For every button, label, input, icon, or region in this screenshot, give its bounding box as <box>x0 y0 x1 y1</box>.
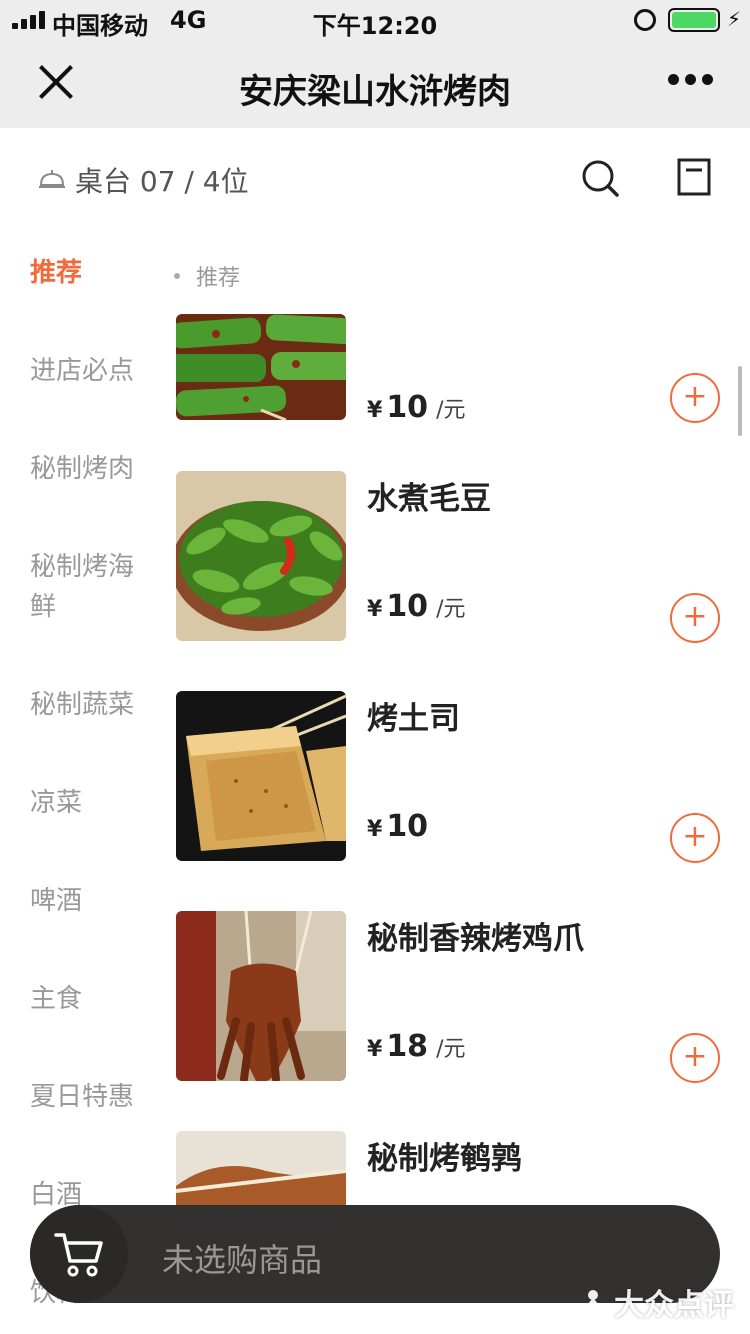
scrollbar[interactable] <box>738 366 742 436</box>
menu-item[interactable]: 秘制香辣烤鸡爪 ¥ 18 /元 + <box>176 911 750 1083</box>
cart-button[interactable] <box>30 1205 128 1303</box>
item-name: 秘制烤鹌鹑 <box>367 1141 522 1177</box>
add-to-cart-button[interactable]: + <box>670 373 720 423</box>
category-item-must-order[interactable]: 进店必点 <box>30 351 155 391</box>
category-item-cold-dishes[interactable]: 凉菜 <box>30 783 155 823</box>
category-sidebar: 推荐 进店必点 秘制烤肉 秘制烤海 鲜 秘制蔬菜 凉菜 啤酒 主食 夏日特惠 白… <box>0 228 160 1334</box>
menu-list: 推荐 ¥ 10 /元 + 水煮毛豆 ¥ 10 /元 + 烤土司 ¥ 10 + 秘… <box>160 228 750 1334</box>
item-price: ¥ 10 /元 <box>367 589 466 624</box>
add-to-cart-button[interactable]: + <box>670 593 720 643</box>
battery-icon <box>668 8 720 32</box>
category-item-vegetables[interactable]: 秘制蔬菜 <box>30 685 155 725</box>
category-item-grilled-seafood[interactable]: 秘制烤海 鲜 <box>30 547 155 627</box>
dish-image-toast <box>176 691 346 861</box>
item-price: ¥ 10 <box>367 809 429 844</box>
cart-status-text: 未选购商品 <box>162 1241 323 1279</box>
dish-image-edamame <box>176 471 346 641</box>
charging-icon: ⚡ <box>727 7 742 31</box>
category-item-summer-special[interactable]: 夏日特惠 <box>30 1077 155 1117</box>
item-price: ¥ 18 /元 <box>367 1029 466 1064</box>
page-title: 安庆梁山水浒烤肉 <box>239 72 511 112</box>
add-to-cart-button[interactable]: + <box>670 1033 720 1083</box>
item-name: 秘制香辣烤鸡爪 <box>367 921 584 957</box>
table-info-bar: 桌台 07 / 4位 <box>0 128 750 228</box>
table-number: 桌台 07 / 4位 <box>75 165 249 198</box>
rotation-lock-icon <box>634 9 656 31</box>
item-price: ¥ 10 /元 <box>367 390 466 425</box>
service-bell-icon <box>38 168 66 190</box>
dianping-logo-icon <box>579 1290 607 1317</box>
nav-bar: 安庆梁山水浒烤肉 <box>0 40 750 128</box>
item-name: 烤土司 <box>367 701 460 737</box>
search-icon[interactable] <box>580 158 620 198</box>
add-to-cart-button[interactable]: + <box>670 813 720 863</box>
dish-image-chicken-feet <box>176 911 346 1081</box>
shopping-cart-icon <box>54 1233 103 1277</box>
category-item-beer[interactable]: 啤酒 <box>30 881 155 921</box>
menu-item[interactable]: 水煮毛豆 ¥ 10 /元 + <box>176 471 750 643</box>
menu-item[interactable]: 烤土司 ¥ 10 + <box>176 691 750 863</box>
watermark-text: 大众点评 <box>614 1288 734 1323</box>
category-item-staple[interactable]: 主食 <box>30 979 155 1019</box>
category-item-grilled-meat[interactable]: 秘制烤肉 <box>30 449 155 489</box>
more-options-icon[interactable] <box>668 74 713 85</box>
item-name: 水煮毛豆 <box>367 481 491 517</box>
watermark: 大众点评 <box>578 1280 734 1324</box>
category-item-recommend[interactable]: 推荐 <box>30 253 155 293</box>
order-list-icon[interactable] <box>677 158 711 196</box>
dish-image-grilled-peppers <box>176 314 346 420</box>
menu-item[interactable]: ¥ 10 /元 + <box>176 250 750 425</box>
status-bar: 中国移动 4G 下午12:20 ⚡ <box>0 0 750 40</box>
